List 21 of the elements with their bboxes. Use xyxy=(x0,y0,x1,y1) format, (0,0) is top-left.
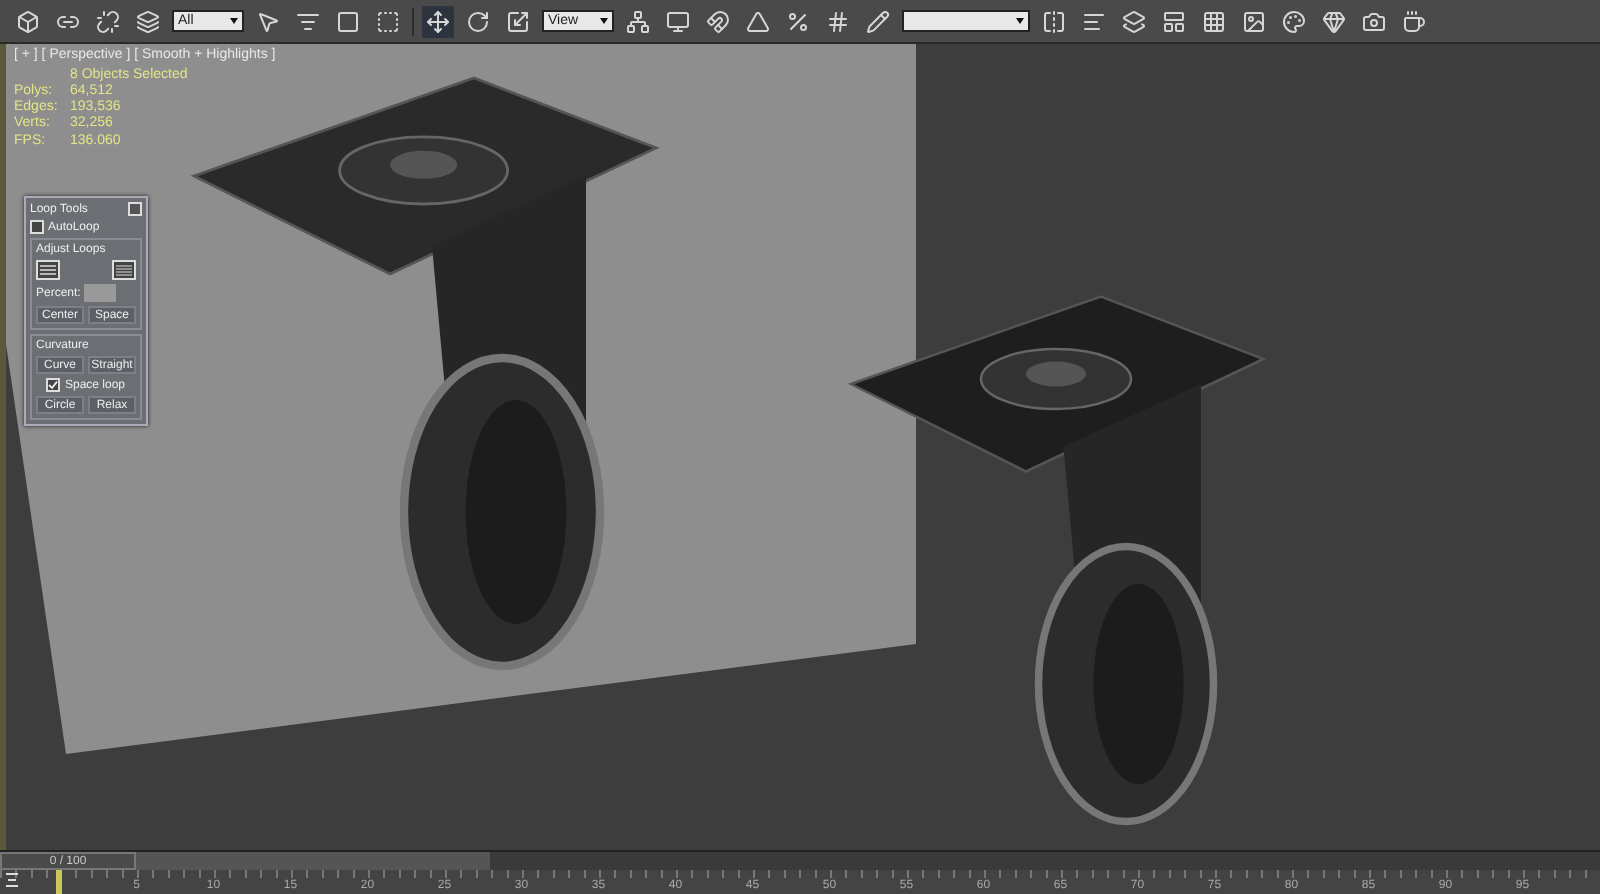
loop-icon-button[interactable] xyxy=(112,260,136,280)
panel-close-button[interactable] xyxy=(128,202,142,216)
layers-icon[interactable] xyxy=(132,5,164,37)
network-icon[interactable] xyxy=(622,5,654,37)
unlink-icon[interactable] xyxy=(92,5,124,37)
lines-icon xyxy=(116,264,132,276)
selection-set-dropdown[interactable] xyxy=(902,10,1030,32)
layers-icon[interactable] xyxy=(1118,5,1150,37)
palette-icon[interactable] xyxy=(1278,5,1310,37)
lines-icon xyxy=(40,264,56,276)
loop-icon-button[interactable] xyxy=(36,260,60,280)
mirror-icon[interactable] xyxy=(1038,5,1070,37)
autoloop-checkbox[interactable] xyxy=(30,220,44,234)
box-icon[interactable] xyxy=(12,5,44,37)
frame-marker xyxy=(56,870,62,894)
perspective-viewport[interactable] xyxy=(0,44,1600,850)
pencil-icon[interactable] xyxy=(862,5,894,37)
magnet-icon[interactable] xyxy=(702,5,734,37)
percent-field[interactable] xyxy=(84,284,117,302)
space-loop-checkbox[interactable] xyxy=(46,378,61,392)
move-icon[interactable] xyxy=(422,5,454,37)
